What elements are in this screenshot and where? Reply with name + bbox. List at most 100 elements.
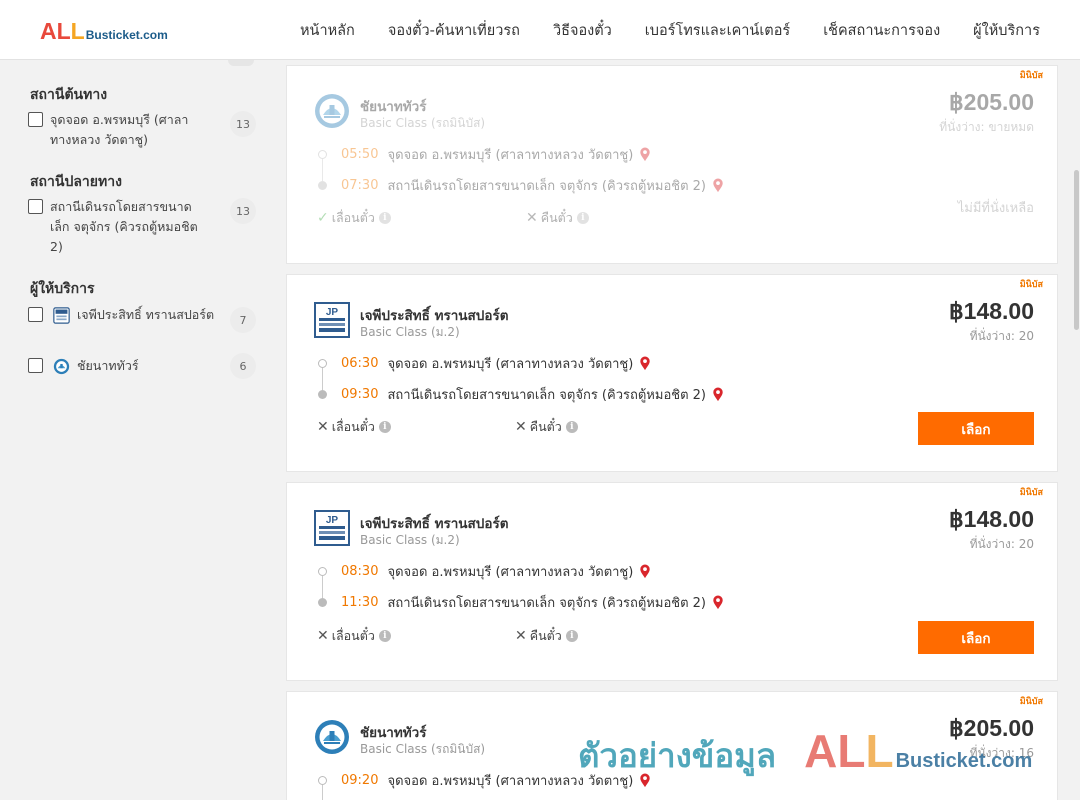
select-trip-button[interactable]: เลือก bbox=[918, 621, 1034, 654]
info-icon[interactable]: i bbox=[565, 630, 578, 642]
departure-dot bbox=[318, 776, 327, 785]
site-logo[interactable]: ALL Busticket.com bbox=[40, 18, 168, 45]
operator-jp-count: 7 bbox=[230, 307, 256, 333]
page-scrollbar-thumb[interactable] bbox=[1074, 170, 1079, 330]
info-icon[interactable]: i bbox=[565, 421, 578, 433]
trip-card: มินิบัส ชัยนาททัวร์ Basic Class (รถมินิบ… bbox=[286, 65, 1058, 264]
sold-out-status: ไม่มีที่นั่งเหลือ bbox=[957, 201, 1034, 216]
bus-class: Basic Class (ม.2) bbox=[360, 325, 460, 339]
arrival-time: 09:30 bbox=[341, 387, 379, 402]
departure-stop-name: จุดจอด อ.พรหมบุรี (ศาลาทางหลวง วัดตาชู) bbox=[387, 565, 634, 580]
reschedule-label: เลื่อนตั๋ว bbox=[331, 628, 375, 643]
operator-jp-checkbox[interactable] bbox=[28, 307, 43, 322]
cross-icon: ✕ bbox=[515, 628, 527, 644]
nav-how-to-book[interactable]: วิธีจองตั๋ว bbox=[553, 19, 612, 42]
trip-card: มินิบัส ชัยนาททัวร์ Basic Class (รถมินิบ… bbox=[286, 691, 1058, 800]
route-line bbox=[322, 576, 323, 598]
cross-icon: ✕ bbox=[317, 419, 329, 435]
departure-time: 06:30 bbox=[341, 356, 379, 371]
jp-transport-logo-icon: JP bbox=[314, 510, 350, 546]
cross-icon: ✕ bbox=[526, 210, 538, 226]
departure-time: 05:50 bbox=[341, 147, 379, 162]
chainat-tour-logo-icon bbox=[315, 720, 349, 754]
seats-available: ที่นั่งว่าง: 20 bbox=[969, 537, 1034, 551]
operator-filter-option-jp[interactable]: เจพีประสิทธิ์ ทรานสปอร์ต 7 bbox=[28, 305, 256, 333]
operator-chainat-label: ชัยนาททัวร์ bbox=[77, 358, 139, 373]
minibus-badge: มินิบัส bbox=[1019, 488, 1043, 498]
reschedule-label: เลื่อนตั๋ว bbox=[331, 210, 375, 225]
map-pin-icon[interactable] bbox=[712, 387, 724, 402]
operator-filter-title: ผู้ให้บริการ bbox=[30, 281, 95, 297]
refund-label: คืนตั๋ว bbox=[540, 210, 573, 225]
map-pin-icon[interactable] bbox=[639, 773, 651, 788]
bus-class: Basic Class (รถมินิบัส) bbox=[360, 116, 486, 130]
info-icon[interactable]: i bbox=[378, 630, 391, 642]
nav-contact-counter[interactable]: เบอร์โทรและเคาน์เตอร์ bbox=[645, 19, 790, 42]
ticket-price: ฿205.00 bbox=[949, 89, 1034, 115]
nav-book-search[interactable]: จองตั๋ว-ค้นหาเที่ยวรถ bbox=[388, 19, 520, 42]
map-pin-icon[interactable] bbox=[712, 595, 724, 610]
site-header: ALL Busticket.com หน้าหลัก จองตั๋ว-ค้นหา… bbox=[0, 0, 1080, 60]
arrival-stop-name: สถานีเดินรถโดยสารขนาดเล็ก จตุจักร (คิวรถ… bbox=[387, 596, 706, 611]
minibus-badge: มินิบัส bbox=[1019, 697, 1043, 707]
nav-operators[interactable]: ผู้ให้บริการ bbox=[973, 19, 1040, 42]
sidebar-tab-edge bbox=[228, 60, 254, 66]
refund-policy: ✕ คืนตั๋ว i bbox=[526, 208, 589, 228]
refund-label: คืนตั๋ว bbox=[529, 419, 562, 434]
refund-policy: ✕ คืนตั๋ว i bbox=[515, 417, 578, 437]
route-line bbox=[322, 159, 323, 181]
cross-icon: ✕ bbox=[515, 419, 527, 435]
route-line bbox=[322, 785, 323, 800]
svg-text:JP: JP bbox=[326, 307, 339, 318]
info-icon[interactable]: i bbox=[378, 421, 391, 433]
destination-option-label: สถานีเดินรถโดยสารขนาดเล็ก จตุจักร (คิวรถ… bbox=[50, 199, 198, 254]
trip-card: มินิบัส JP เจพีประสิทธิ์ ทรานสปอร์ต Basi… bbox=[286, 274, 1058, 472]
map-pin-icon[interactable] bbox=[639, 147, 651, 162]
arrival-stop: 09:30 สถานีเดินรถโดยสารขนาดเล็ก จตุจักร … bbox=[341, 384, 724, 405]
ticket-price: ฿148.00 bbox=[949, 506, 1034, 532]
departure-stop: 08:30 จุดจอด อ.พรหมบุรี (ศาลาทางหลวง วัด… bbox=[341, 561, 651, 582]
ticket-price: ฿205.00 bbox=[949, 715, 1034, 741]
select-trip-button[interactable]: เลือก bbox=[918, 412, 1034, 445]
operator-jp-label: เจพีประสิทธิ์ ทรานสปอร์ต bbox=[77, 307, 215, 322]
operator-chainat-checkbox[interactable] bbox=[28, 358, 43, 373]
origin-filter-option[interactable]: จุดจอด อ.พรหมบุรี (ศาลาทางหลวง วัดตาชู) … bbox=[28, 110, 256, 150]
reschedule-label: เลื่อนตั๋ว bbox=[331, 419, 375, 434]
ticket-price: ฿148.00 bbox=[949, 298, 1034, 324]
bus-class: Basic Class (ม.2) bbox=[360, 533, 460, 547]
reschedule-policy: ✕ เลื่อนตั๋ว i bbox=[317, 417, 391, 437]
origin-checkbox[interactable] bbox=[28, 112, 43, 127]
arrival-stop-name: สถานีเดินรถโดยสารขนาดเล็ก จตุจักร (คิวรถ… bbox=[387, 388, 706, 403]
cross-icon: ✕ bbox=[317, 628, 329, 644]
nav-booking-status[interactable]: เช็คสถานะการจอง bbox=[823, 19, 940, 42]
departure-time: 09:20 bbox=[341, 773, 379, 788]
refund-label: คืนตั๋ว bbox=[529, 628, 562, 643]
departure-stop-name: จุดจอด อ.พรหมบุรี (ศาลาทางหลวง วัดตาชู) bbox=[387, 357, 634, 372]
jp-transport-logo-icon bbox=[53, 307, 70, 324]
logo-all-text: ALL bbox=[40, 18, 85, 44]
info-icon[interactable]: i bbox=[378, 212, 391, 224]
departure-time: 08:30 bbox=[341, 564, 379, 579]
destination-option-count: 13 bbox=[230, 198, 256, 224]
operator-chainat-count: 6 bbox=[230, 353, 256, 379]
map-pin-icon[interactable] bbox=[712, 178, 724, 193]
destination-checkbox[interactable] bbox=[28, 199, 43, 214]
operator-filter-option-chainat[interactable]: ชัยนาททัวร์ 6 bbox=[28, 353, 256, 379]
refund-policy: ✕ คืนตั๋ว i bbox=[515, 626, 578, 646]
destination-filter-option[interactable]: สถานีเดินรถโดยสารขนาดเล็ก จตุจักร (คิวรถ… bbox=[28, 197, 256, 257]
trip-card: มินิบัส JP เจพีประสิทธิ์ ทรานสปอร์ต Basi… bbox=[286, 482, 1058, 681]
filter-sidebar: สถานีต้นทาง จุดจอด อ.พรหมบุรี (ศาลาทางหล… bbox=[0, 60, 270, 800]
nav-home[interactable]: หน้าหลัก bbox=[300, 19, 355, 42]
departure-stop: 09:20 จุดจอด อ.พรหมบุรี (ศาลาทางหลวง วัด… bbox=[341, 770, 651, 791]
arrival-stop: 07:30 สถานีเดินรถโดยสารขนาดเล็ก จตุจักร … bbox=[341, 175, 724, 196]
destination-filter-title: สถานีปลายทาง bbox=[30, 174, 122, 190]
map-pin-icon[interactable] bbox=[639, 564, 651, 579]
info-icon[interactable]: i bbox=[576, 212, 589, 224]
seats-available: ที่นั่งว่าง: 20 bbox=[969, 329, 1034, 343]
origin-option-label: จุดจอด อ.พรหมบุรี (ศาลาทางหลวง วัดตาชู) bbox=[50, 112, 189, 147]
arrival-time: 11:30 bbox=[341, 595, 379, 610]
chainat-tour-logo-icon bbox=[315, 94, 349, 128]
arrival-dot bbox=[318, 390, 327, 399]
chainat-tour-logo-icon bbox=[53, 358, 70, 375]
map-pin-icon[interactable] bbox=[639, 356, 651, 371]
